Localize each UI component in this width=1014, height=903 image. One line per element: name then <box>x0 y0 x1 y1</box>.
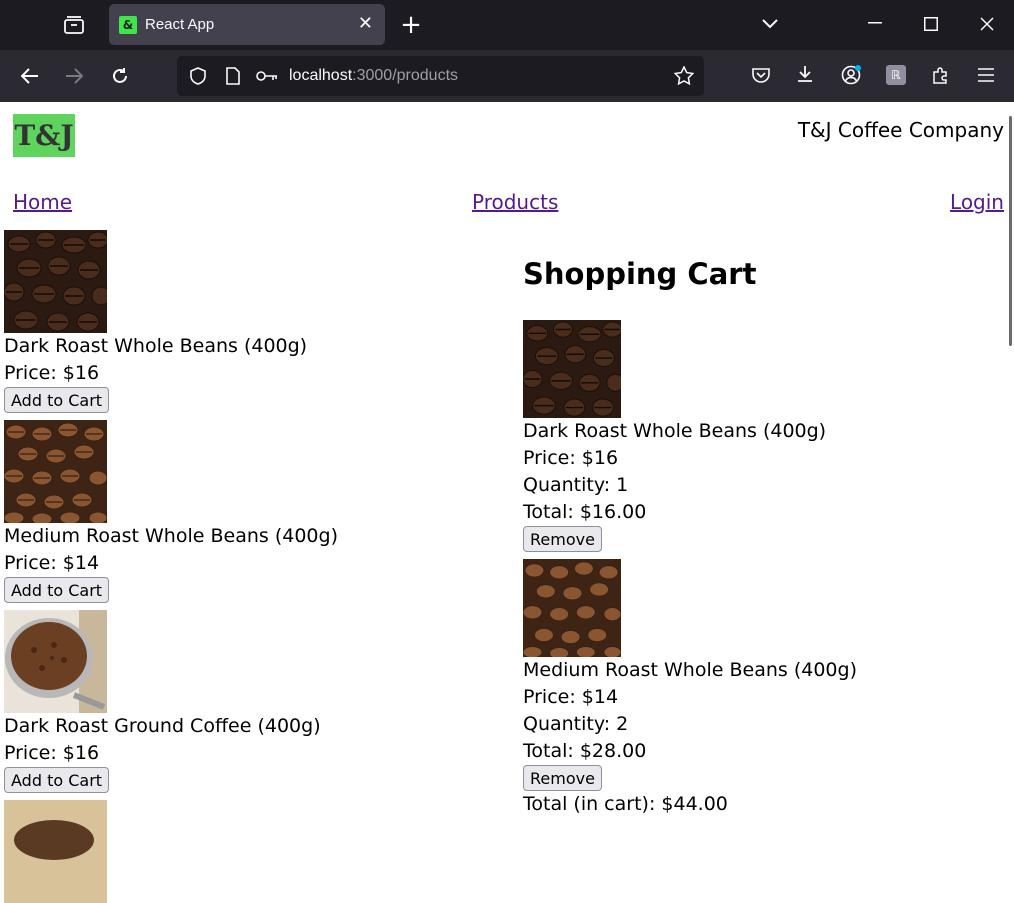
cart-item-name: Medium Roast Whole Beans (400g) <box>523 659 857 681</box>
extension-r-icon[interactable]: ℝ <box>886 65 906 85</box>
cart-item-quantity: Quantity: 1 <box>523 474 629 496</box>
product-name: Medium Roast Whole Beans (400g) <box>4 525 338 547</box>
add-to-cart-button[interactable]: Add to Cart <box>4 577 110 603</box>
close-window-icon[interactable] <box>976 13 998 35</box>
shield-icon[interactable] <box>187 65 209 87</box>
favicon-icon: & <box>119 16 137 34</box>
cart-grand-total: Total (in cart): $44.00 <box>523 793 728 815</box>
list-tabs-chevron-icon[interactable] <box>758 12 782 36</box>
product-image-dark-roast-beans <box>4 230 107 333</box>
menu-hamburger-icon[interactable] <box>975 64 997 86</box>
url-bar[interactable]: localhost:3000/products <box>177 56 704 96</box>
product-price: Price: $16 <box>4 742 100 764</box>
bookmark-star-icon[interactable] <box>673 65 695 87</box>
cart-image-dark-roast-beans <box>523 320 621 418</box>
product-image-medium-roast-beans <box>4 420 107 523</box>
cart-item-quantity: Quantity: 2 <box>523 713 629 735</box>
company-logo: T&J <box>13 114 75 157</box>
product-price: Price: $14 <box>4 552 100 574</box>
pocket-icon[interactable] <box>750 64 772 86</box>
cart-image-medium-roast-beans <box>523 559 621 657</box>
cart-item-name: Dark Roast Whole Beans (400g) <box>523 420 827 442</box>
maximize-icon[interactable] <box>920 13 942 35</box>
product-price: Price: $16 <box>4 362 100 384</box>
forward-icon[interactable] <box>62 64 86 88</box>
account-icon[interactable] <box>840 64 862 86</box>
downloads-icon[interactable] <box>794 63 816 85</box>
back-icon[interactable] <box>18 64 42 88</box>
browser-chrome: & React App ✕ + localhost:3000/products … <box>0 0 1014 102</box>
url-host: localhost <box>289 67 353 84</box>
cart-title: Shopping Cart <box>523 257 757 291</box>
product-image-partial <box>4 800 107 903</box>
key-icon[interactable] <box>255 65 279 87</box>
cart-item-price: Price: $16 <box>523 447 619 469</box>
tab-close-icon[interactable]: ✕ <box>358 13 373 34</box>
product-card: Dark Roast Whole Beans (400g) Price: $16… <box>4 230 307 413</box>
nav-toolbar: localhost:3000/products ℝ <box>0 50 1014 102</box>
minimize-icon[interactable] <box>864 12 886 34</box>
product-card: Medium Roast Whole Beans (400g) Price: $… <box>4 420 338 603</box>
tab-title: React App <box>145 16 215 33</box>
scrollbar-thumb[interactable] <box>1009 116 1012 346</box>
product-card: Dark Roast Ground Coffee (400g) Price: $… <box>4 610 321 793</box>
product-name: Dark Roast Whole Beans (400g) <box>4 335 308 357</box>
tab-overview-icon[interactable] <box>60 12 88 38</box>
page-content: T&J T&J Coffee Company Home Products Log… <box>0 102 1014 903</box>
tab-bar: & React App ✕ + <box>0 0 1014 50</box>
url-text[interactable]: localhost:3000/products <box>289 67 458 85</box>
new-tab-icon[interactable]: + <box>398 10 424 40</box>
extensions-puzzle-icon[interactable] <box>930 64 952 86</box>
nav-link-login[interactable]: Login <box>950 190 1004 214</box>
company-name: T&J Coffee Company <box>797 118 1004 142</box>
cart-item-total: Total: $16.00 <box>523 501 647 523</box>
cart-item: Medium Roast Whole Beans (400g) Price: $… <box>523 559 857 818</box>
product-name: Dark Roast Ground Coffee (400g) <box>4 715 321 737</box>
add-to-cart-button[interactable]: Add to Cart <box>4 387 110 413</box>
cart-item-total: Total: $28.00 <box>523 740 647 762</box>
cart-item-price: Price: $14 <box>523 686 619 708</box>
remove-button[interactable]: Remove <box>523 526 602 552</box>
add-to-cart-button[interactable]: Add to Cart <box>4 767 110 793</box>
url-path: :3000/products <box>352 67 459 84</box>
product-card <box>4 800 107 903</box>
remove-button[interactable]: Remove <box>523 765 602 791</box>
page-icon[interactable] <box>222 65 244 87</box>
nav-link-products[interactable]: Products <box>472 190 558 214</box>
cart-item: Dark Roast Whole Beans (400g) Price: $16… <box>523 320 826 552</box>
tab-react-app[interactable]: & React App ✕ <box>109 4 385 45</box>
reload-icon[interactable] <box>108 64 132 88</box>
nav-link-home[interactable]: Home <box>13 190 72 214</box>
product-image-ground-coffee <box>4 610 107 713</box>
